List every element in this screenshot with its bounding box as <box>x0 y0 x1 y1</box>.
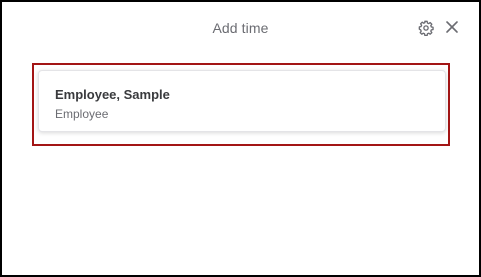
add-time-dialog: Add time Employee, Sample Employee <box>0 0 481 277</box>
close-icon[interactable] <box>443 18 461 36</box>
employee-name: Employee, Sample <box>55 87 170 102</box>
dialog-header: Add time <box>2 2 479 54</box>
employee-role: Employee <box>55 107 109 121</box>
employee-card[interactable]: Employee, Sample Employee <box>38 70 446 132</box>
dialog-title: Add time <box>212 20 269 36</box>
gear-icon[interactable] <box>417 19 435 37</box>
